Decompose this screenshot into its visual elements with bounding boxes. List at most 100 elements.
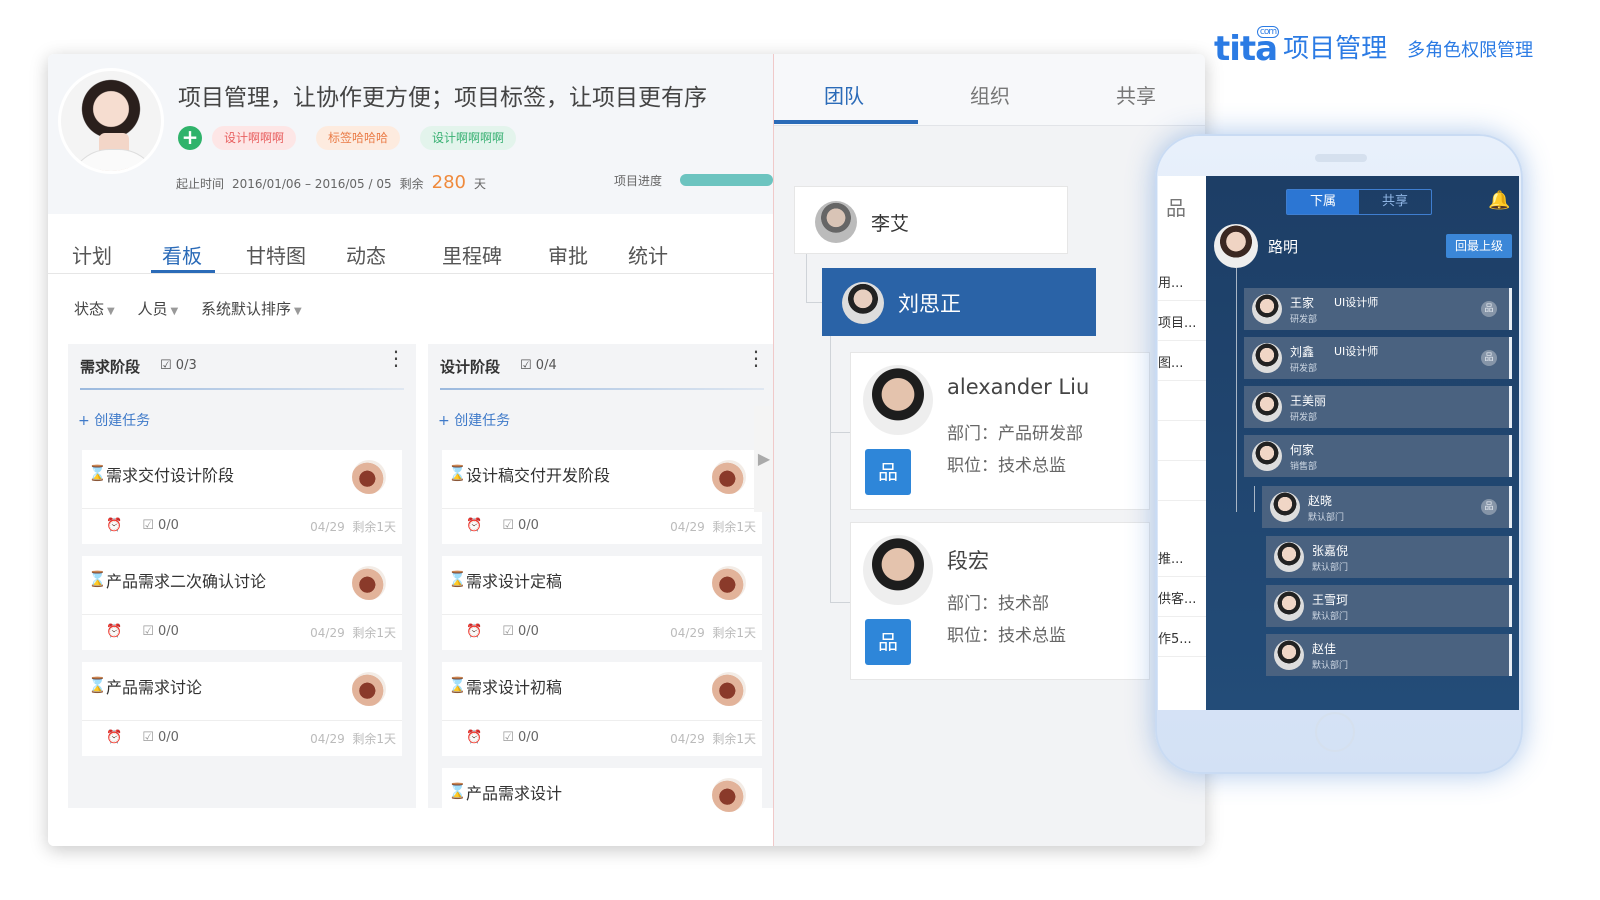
segment-subordinates[interactable]: 下属 [1287, 190, 1359, 214]
org-node-selected[interactable]: 刘思正 [822, 268, 1096, 336]
check-icon: ☑ [160, 358, 176, 373]
filter-bar: 状态 ▼ 人员 ▼ 系统默认排序 ▼ [74, 298, 320, 319]
person-dept: 部门：产品研发部 [947, 424, 1083, 444]
member-avatar [1252, 441, 1282, 471]
hourglass-icon: ⌛ [448, 570, 467, 588]
member-row[interactable]: 赵佳 默认部门 [1266, 634, 1512, 676]
tab-approval[interactable]: 审批 [548, 240, 588, 269]
member-avatar [1252, 392, 1282, 422]
person-position: 职位：技术总监 [947, 456, 1066, 476]
member-name: 刘鑫 [1290, 345, 1315, 359]
tab-org[interactable]: 组织 [970, 80, 1010, 109]
member-dept: 默认部门 [1308, 513, 1345, 523]
team-tabs: 团队 组织 共享 [774, 54, 1205, 126]
task-title: 需求设计初稿 [466, 678, 563, 697]
collapse-panel-button[interactable]: ▶ [754, 406, 774, 512]
task-card[interactable]: ⌛ 产品需求讨论 ⏰ ☑ 0/0 04/29 剩余1天 [82, 662, 402, 756]
check-icon: ☑ [520, 358, 536, 373]
task-card[interactable]: ⌛ 需求设计初稿 ⏰ ☑ 0/0 04/29 剩余1天 [442, 662, 762, 756]
segment-share[interactable]: 共享 [1359, 190, 1431, 214]
add-tag-button[interactable]: + [178, 126, 202, 150]
brand-tagline: 多角色权限管理 [1407, 40, 1534, 61]
member-name: 张嘉倪 [1312, 544, 1349, 558]
org-chart-icon[interactable]: 品 [1481, 499, 1497, 515]
remaining-days: 280 [431, 172, 466, 193]
person-card[interactable]: 段宏 部门：技术部 职位：技术总监 品 [850, 522, 1150, 680]
tab-gantt[interactable]: 甘特图 [246, 240, 306, 269]
hourglass-icon: ⌛ [88, 464, 107, 482]
project-title: 项目管理，让协作更方便；项目标签，让项目更有序 [178, 85, 707, 111]
segment-control: 下属 共享 [1286, 189, 1432, 215]
tab-kanban[interactable]: 看板 [162, 240, 202, 269]
filter-status[interactable]: 状态 ▼ [74, 300, 115, 318]
member-row[interactable]: 王家 UI设计师 研发部 品 [1244, 288, 1512, 330]
subtask-icon: ☑ [502, 518, 518, 533]
project-tabs: 计划 看板 甘特图 动态 里程碑 审批 统计 [48, 234, 773, 274]
task-due: 04/29 剩余1天 [310, 732, 396, 746]
org-chart-button[interactable]: 品 [865, 449, 911, 495]
member-row[interactable]: 张嘉倪 默认部门 [1266, 536, 1512, 578]
person-name: 段宏 [947, 549, 989, 573]
create-task-button[interactable]: + 创建任务 [438, 410, 510, 430]
filter-sort[interactable]: 系统默认排序 ▼ [201, 300, 302, 318]
task-due: 04/29 剩余1天 [670, 732, 756, 746]
side-snippet: 用... [1158, 276, 1184, 291]
desktop-window: 项目管理，让协作更方便；项目标签，让项目更有序 + 设计啊啊啊 标签哈哈哈 设计… [48, 54, 1205, 846]
back-to-top-button[interactable]: 回最上级 [1446, 234, 1512, 258]
reminder-icon: ⏰ [106, 730, 123, 745]
more-vertical-icon[interactable]: ⋮ [746, 348, 766, 368]
task-card[interactable]: ⌛ 产品需求设计 [442, 768, 762, 812]
create-task-button[interactable]: + 创建任务 [78, 410, 150, 430]
member-role: UI设计师 [1334, 296, 1379, 309]
task-card[interactable]: ⌛ 产品需求二次确认讨论 ⏰ ☑ 0/0 04/29 剩余1天 [82, 556, 402, 650]
kanban-column: 需求阶段 ☑ 0/3 ⋮ + 创建任务 ⌛ 需求交付设计阶段 ⏰ ☑ 0/0 04… [68, 344, 416, 808]
member-avatar [1274, 640, 1304, 670]
org-chart-icon[interactable]: 品 [1166, 192, 1186, 221]
org-node[interactable]: 李艾 [794, 186, 1068, 254]
member-row[interactable]: 何家 销售部 [1244, 435, 1512, 477]
phone-home-button[interactable] [1315, 712, 1355, 752]
caret-down-icon: ▼ [107, 306, 115, 317]
member-row[interactable]: 王雪珂 默认部门 [1266, 585, 1512, 627]
phone-speaker [1315, 154, 1367, 162]
org-chart-icon[interactable]: 品 [1481, 301, 1497, 317]
member-row[interactable]: 赵晓 默认部门 品 [1262, 486, 1512, 528]
filter-people[interactable]: 人员 ▼ [138, 300, 179, 318]
person-position: 职位：技术总监 [947, 626, 1066, 646]
member-avatar [1252, 294, 1282, 324]
person-card[interactable]: alexander Liu 部门：产品研发部 职位：技术总监 品 [850, 352, 1150, 510]
tab-stats[interactable]: 统计 [628, 240, 668, 269]
member-name: 王雪珂 [1312, 593, 1349, 607]
project-tag[interactable]: 标签哈哈哈 [316, 126, 401, 150]
owner-avatar[interactable] [58, 68, 164, 174]
notification-bell-icon[interactable]: 🔔 [1488, 190, 1510, 211]
task-meta: ⏰ ☑ 0/0 [106, 518, 179, 533]
project-tag[interactable]: 设计啊啊啊啊 [420, 126, 517, 150]
task-meta: ⏰ ☑ 0/0 [466, 624, 539, 639]
member-name: 赵佳 [1312, 642, 1337, 656]
project-dates: 起止时间 2016/01/06 – 2016/05 / 05 剩余 280 天 [176, 172, 486, 193]
project-tag[interactable]: 设计啊啊啊 [212, 126, 297, 150]
member-dept: 默认部门 [1312, 661, 1349, 671]
tab-milestone[interactable]: 里程碑 [442, 240, 502, 269]
tab-plan[interactable]: 计划 [72, 240, 112, 269]
task-title: 产品需求二次确认讨论 [106, 572, 267, 591]
remaining-unit: 天 [473, 177, 486, 191]
task-card[interactable]: ⌛ 需求设计定稿 ⏰ ☑ 0/0 04/29 剩余1天 [442, 556, 762, 650]
tab-team[interactable]: 团队 [824, 80, 864, 109]
caret-down-icon: ▼ [170, 306, 179, 317]
subtask-icon: ☑ [142, 518, 158, 533]
org-chart-icon[interactable]: 品 [1481, 350, 1497, 366]
tab-activity[interactable]: 动态 [346, 240, 386, 269]
task-meta: ⏰ ☑ 0/0 [106, 624, 179, 639]
person-avatar [863, 365, 933, 435]
tab-share[interactable]: 共享 [1116, 80, 1156, 109]
side-snippet: 图... [1158, 356, 1184, 371]
task-card[interactable]: ⌛ 需求交付设计阶段 ⏰ ☑ 0/0 04/29 剩余1天 [82, 450, 402, 544]
member-row[interactable]: 刘鑫 UI设计师 研发部 品 [1244, 337, 1512, 379]
task-card[interactable]: ⌛ 设计稿交付开发阶段 ⏰ ☑ 0/0 04/29 剩余1天 [442, 450, 762, 544]
org-chart-button[interactable]: 品 [865, 619, 911, 665]
member-row[interactable]: 王美丽 研发部 [1244, 386, 1512, 428]
assignee-avatar [712, 672, 746, 706]
more-vertical-icon[interactable]: ⋮ [386, 348, 406, 368]
